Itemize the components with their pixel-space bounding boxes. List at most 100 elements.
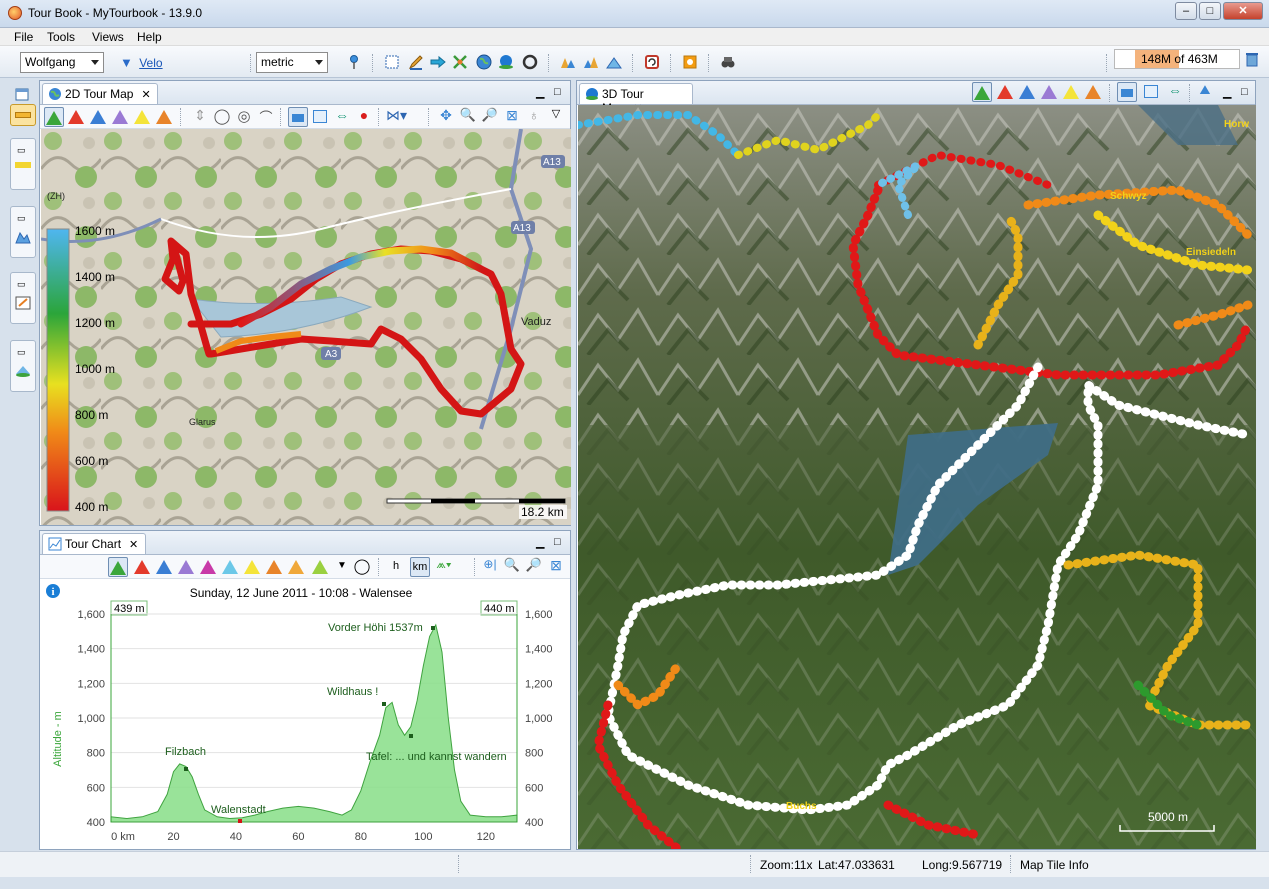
layers-icon[interactable]: ⛰ xyxy=(1195,82,1215,102)
circle-marker-icon[interactable]: ◎ xyxy=(234,107,254,127)
graph-altitude-button[interactable] xyxy=(108,557,128,577)
graph-altimeter-button[interactable] xyxy=(264,557,284,577)
marker-icon[interactable]: ● xyxy=(354,107,374,127)
zoom-fit-icon[interactable]: ⊠ xyxy=(546,557,566,577)
pin-icon[interactable] xyxy=(346,54,362,70)
tour-color-speed-button[interactable] xyxy=(1017,82,1037,102)
menu-help[interactable]: Help xyxy=(137,30,162,44)
marker-point[interactable] xyxy=(238,819,242,823)
time-axis-button[interactable]: h xyxy=(386,557,406,577)
select-area-icon[interactable] xyxy=(384,54,400,70)
memory-indicator[interactable]: 148M of 463M xyxy=(1114,49,1240,69)
maximize-view-icon[interactable]: □ xyxy=(1241,86,1253,98)
graph-dropdown-icon[interactable]: ▼ xyxy=(332,557,352,577)
tour-color-hr-zone-button[interactable] xyxy=(154,107,174,127)
earth-3d-icon[interactable] xyxy=(498,54,514,70)
graph-speed-button[interactable] xyxy=(154,557,174,577)
maximize-button[interactable]: □ xyxy=(1199,2,1221,20)
marker-point[interactable] xyxy=(409,734,413,738)
compare-peaks-icon[interactable] xyxy=(583,54,599,70)
tour-filter[interactable]: ▼ Velo xyxy=(120,55,163,70)
binoculars-icon[interactable] xyxy=(720,54,736,70)
slider-button[interactable] xyxy=(1117,82,1137,102)
maximize-view-icon[interactable]: □ xyxy=(554,536,566,548)
tour-color-altitude-button[interactable] xyxy=(972,82,992,102)
view-group-2[interactable]: ▭ xyxy=(10,206,36,258)
tour-color-pace-button[interactable] xyxy=(1039,82,1059,102)
maximize-view-icon[interactable]: □ xyxy=(554,86,566,98)
tour-color-pace-button[interactable] xyxy=(110,107,130,127)
close-button[interactable]: ✕ xyxy=(1223,2,1263,20)
minimize-view-icon[interactable]: ▁ xyxy=(536,536,548,549)
menu-tools[interactable]: Tools xyxy=(47,30,75,44)
tour-color-gradient-button[interactable] xyxy=(132,107,152,127)
zoom-out-icon[interactable]: 🔎 xyxy=(480,107,500,127)
distance-axis-button[interactable]: km xyxy=(410,557,430,577)
sync-map-icon[interactable]: ⇔ xyxy=(332,107,352,127)
move-icon[interactable]: ✥ xyxy=(436,107,456,127)
circle-icon[interactable]: ◯ xyxy=(352,557,372,577)
view-group-3[interactable]: ▭ xyxy=(10,272,36,324)
poi-icon[interactable]: ♁ xyxy=(524,107,544,127)
graph-pulse-button[interactable] xyxy=(132,557,152,577)
zoom-in-icon[interactable]: 🔍 xyxy=(458,107,478,127)
bend-icon[interactable]: ⌒ xyxy=(256,107,276,127)
tab-tour-chart[interactable]: Tour Chart ✕ xyxy=(42,533,146,554)
graph-hr-zones-button[interactable] xyxy=(310,557,330,577)
tour-color-speed-button[interactable] xyxy=(88,107,108,127)
zoom-fit-icon[interactable]: ⊠ xyxy=(502,107,522,127)
minimize-view-icon[interactable]: ▁ xyxy=(536,86,548,99)
zoom-slider-icon[interactable]: ⊕| xyxy=(480,557,500,577)
legend-button[interactable] xyxy=(1141,82,1161,102)
tour-color-pulse-button[interactable] xyxy=(995,82,1015,102)
menu-file[interactable]: File xyxy=(14,30,33,44)
status-map-tile-info[interactable]: Map Tile Info xyxy=(1020,858,1089,872)
measurement-select[interactable]: metric xyxy=(256,52,328,73)
zoom-out-icon[interactable]: 🔎 xyxy=(524,557,544,577)
view-group-1[interactable]: ▭ xyxy=(10,138,36,190)
tab-3d-tour-map[interactable]: 3D Tour Map✕ xyxy=(579,83,693,115)
altitude-chart[interactable]: i Sunday, 12 June 2011 - 10:08 - Walense… xyxy=(41,579,571,849)
graph-power-button[interactable] xyxy=(198,557,218,577)
circle-icon[interactable] xyxy=(522,54,538,70)
altitude-icon[interactable] xyxy=(606,54,622,70)
trash-icon[interactable] xyxy=(1244,51,1260,67)
graph-temperature-button[interactable] xyxy=(220,557,240,577)
perspective-icon[interactable] xyxy=(14,86,30,102)
close-tab-icon[interactable]: ✕ xyxy=(141,89,150,101)
graph-cadence-button[interactable] xyxy=(286,557,306,577)
sync-icon[interactable] xyxy=(644,54,660,70)
zoom-in-icon[interactable]: 🔍 xyxy=(502,557,522,577)
view-group-4[interactable]: ▭ xyxy=(10,340,36,392)
person-select[interactable]: Wolfgang xyxy=(20,52,104,73)
view-menu-icon[interactable]: ▽ xyxy=(546,107,566,127)
tour-color-gradient-button[interactable] xyxy=(1061,82,1081,102)
minimize-view-icon[interactable]: ▁ xyxy=(1223,86,1235,99)
circle-tool-icon[interactable]: ◯ xyxy=(212,107,232,127)
export-icon[interactable] xyxy=(430,54,446,70)
sync-arrows-icon[interactable]: ⇕ xyxy=(190,107,210,127)
marker-point[interactable] xyxy=(431,626,435,630)
slider-button[interactable] xyxy=(288,107,308,127)
graph-gradient-button[interactable] xyxy=(242,557,262,577)
edit-icon[interactable] xyxy=(408,54,424,70)
view-tour-book[interactable] xyxy=(10,104,36,126)
minimize-button[interactable]: – xyxy=(1175,2,1197,20)
graph-pace-button[interactable] xyxy=(176,557,196,577)
menu-views[interactable]: Views xyxy=(92,30,124,44)
globe-icon[interactable] xyxy=(476,54,492,70)
markers-icon[interactable]: ⩕▾ xyxy=(434,557,454,577)
tour-color-hr-zone-button[interactable] xyxy=(1083,82,1103,102)
sync-map-icon[interactable]: ⇔ xyxy=(1165,82,1185,102)
marker-point[interactable] xyxy=(184,767,188,771)
photo-icon[interactable] xyxy=(682,54,698,70)
map3d-canvas[interactable]: Horw Schwyz Einsiedeln Buchs 5000 m xyxy=(578,105,1256,849)
tour-color-pulse-button[interactable] xyxy=(66,107,86,127)
marker-point[interactable] xyxy=(382,702,386,706)
tab-2d-tour-map[interactable]: 2D Tour Map ✕ xyxy=(42,83,158,104)
map2d-canvas[interactable]: 1600 m 1400 m 1200 m 1000 m 800 m 600 m … xyxy=(41,129,571,525)
tools-icon[interactable] xyxy=(452,54,468,70)
close-tab-icon[interactable]: ✕ xyxy=(129,539,138,551)
peaks-icon[interactable] xyxy=(560,54,576,70)
tour-color-altitude-button[interactable] xyxy=(44,107,64,127)
